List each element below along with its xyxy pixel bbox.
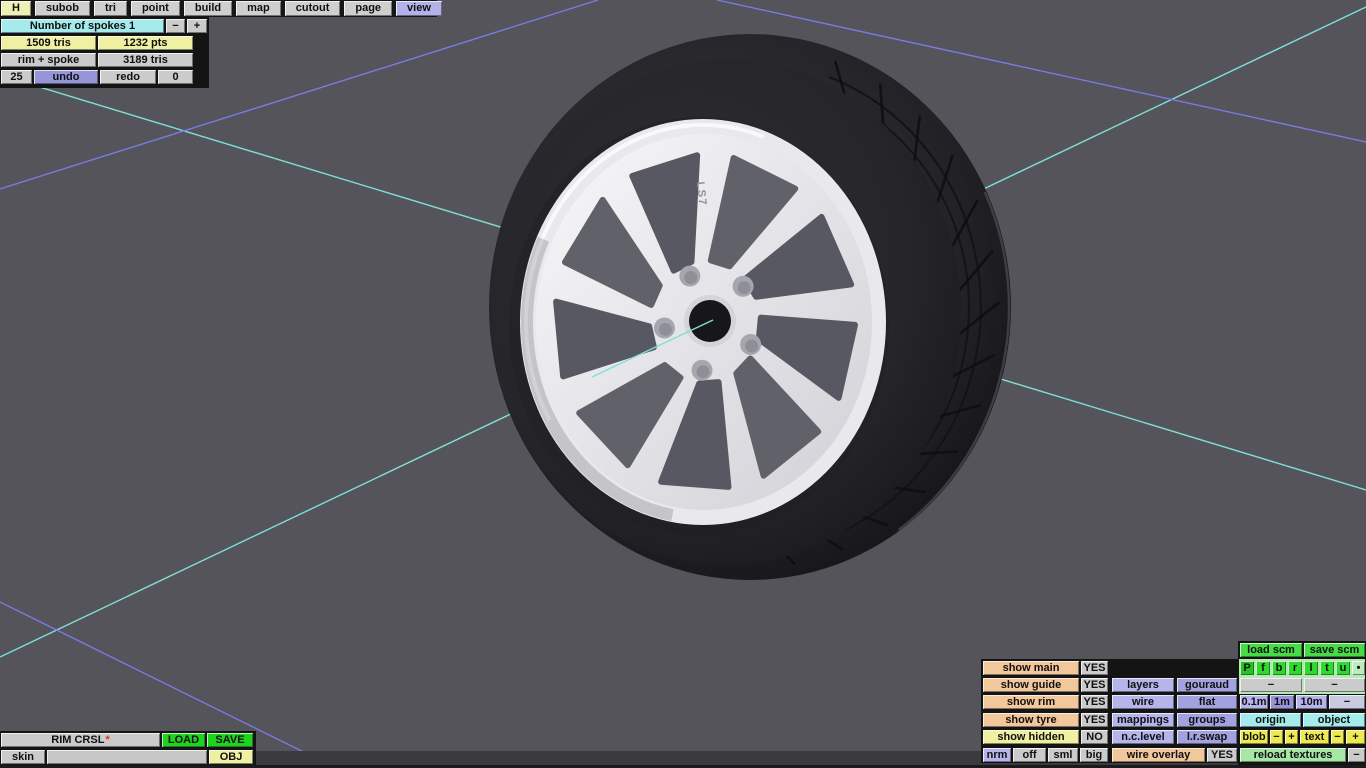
viewport-3d[interactable]: LS7 (0, 0, 1366, 768)
spokes-count-label: Number of spokes 1 (1, 19, 164, 33)
tris-count: 1509 tris (1, 36, 96, 50)
view-l-button[interactable]: l (1304, 661, 1318, 675)
tab-view[interactable]: view (396, 1, 442, 16)
normals-off-button[interactable]: off (1013, 748, 1046, 762)
wire-overlay-button[interactable]: wire overlay (1112, 748, 1205, 762)
flat-button[interactable]: flat (1177, 695, 1237, 709)
view-p-button[interactable]: P (1240, 661, 1254, 675)
layers-button[interactable]: layers (1112, 678, 1174, 692)
show-tyre-button[interactable]: show tyre (983, 713, 1079, 727)
redo-count: 0 (158, 70, 193, 84)
save-scm-button[interactable]: save scm (1304, 643, 1365, 657)
tab-point[interactable]: point (130, 1, 180, 16)
grid-0-1m-button[interactable]: 0.1m (1240, 695, 1268, 709)
pts-count: 1232 pts (98, 36, 193, 50)
view-f-button[interactable]: f (1256, 661, 1270, 675)
show-hidden-toggle[interactable]: NO (1081, 730, 1108, 744)
load-scm-button[interactable]: load scm (1240, 643, 1302, 657)
show-rim-button[interactable]: show rim (983, 695, 1079, 709)
save-button[interactable]: SAVE (207, 733, 253, 747)
modified-indicator: * (105, 733, 110, 746)
normals-big-button[interactable]: big (1080, 748, 1108, 762)
reload-textures-button[interactable]: reload textures (1240, 748, 1346, 762)
tab-h[interactable]: H (1, 1, 31, 16)
view-u-button[interactable]: u (1336, 661, 1350, 675)
app-window: LS7 H subob tri point build map cutout p… (0, 0, 1366, 768)
show-guide-button[interactable]: show guide (983, 678, 1079, 692)
scm-slot-2-button[interactable]: − (1304, 678, 1365, 692)
view-t-button[interactable]: t (1320, 661, 1334, 675)
origin-button[interactable]: origin (1240, 713, 1301, 727)
redo-button[interactable]: redo (100, 70, 156, 84)
wheel-logo: LS7 (694, 181, 709, 207)
reload-dash-button[interactable]: − (1348, 748, 1365, 762)
text-plus-button[interactable]: + (1346, 730, 1365, 744)
tab-build[interactable]: build (183, 1, 233, 16)
tab-strip: H subob tri point build map cutout page … (1, 1, 442, 16)
obj-button[interactable]: OBJ (209, 750, 253, 764)
tab-cutout[interactable]: cutout (284, 1, 341, 16)
nc-level-button[interactable]: n.c.level (1112, 730, 1174, 744)
text-minus-button[interactable]: − (1331, 730, 1344, 744)
normals-nrm-button[interactable]: nrm (983, 748, 1011, 762)
tab-subob[interactable]: subob (34, 1, 90, 16)
tab-page[interactable]: page (344, 1, 393, 16)
grid-1m-button[interactable]: 1m (1270, 695, 1294, 709)
rim-crsl-button[interactable]: RIM CRSL * (1, 733, 160, 747)
gouraud-button[interactable]: gouraud (1177, 678, 1237, 692)
view-b-button[interactable]: b (1272, 661, 1286, 675)
skin-name-field[interactable] (47, 750, 207, 764)
undo-count: 25 (1, 70, 32, 84)
blob-label[interactable]: blob (1240, 730, 1268, 744)
show-main-toggle[interactable]: YES (1081, 661, 1108, 675)
spokes-plus-button[interactable]: + (187, 19, 207, 33)
view-dot-button[interactable]: • (1352, 661, 1365, 675)
groups-button[interactable]: groups (1177, 713, 1237, 727)
wheel-model: LS7 (489, 34, 1011, 580)
wire-button[interactable]: wire (1112, 695, 1174, 709)
view-r-button[interactable]: r (1288, 661, 1302, 675)
mappings-button[interactable]: mappings (1112, 713, 1174, 727)
grid-10m-button[interactable]: 10m (1296, 695, 1327, 709)
show-guide-toggle[interactable]: YES (1081, 678, 1108, 692)
rim-crsl-label: RIM CRSL (51, 733, 105, 746)
text-label[interactable]: text (1300, 730, 1329, 744)
total-tris-count: 3189 tris (98, 53, 193, 67)
skin-button[interactable]: skin (1, 750, 45, 764)
lr-swap-button[interactable]: l.r.swap (1177, 730, 1237, 744)
rim-spoke-label[interactable]: rim + spoke (1, 53, 96, 67)
tab-map[interactable]: map (236, 1, 281, 16)
undo-button[interactable]: undo (34, 70, 98, 84)
load-button[interactable]: LOAD (162, 733, 205, 747)
wire-overlay-toggle[interactable]: YES (1207, 748, 1237, 762)
normals-sml-button[interactable]: sml (1048, 748, 1078, 762)
grid-dash-button[interactable]: − (1329, 695, 1365, 709)
blob-minus-button[interactable]: − (1270, 730, 1283, 744)
show-rim-toggle[interactable]: YES (1081, 695, 1108, 709)
show-hidden-button[interactable]: show hidden (983, 730, 1079, 744)
object-button[interactable]: object (1303, 713, 1365, 727)
show-main-button[interactable]: show main (983, 661, 1079, 675)
scm-slot-1-button[interactable]: − (1240, 678, 1302, 692)
show-tyre-toggle[interactable]: YES (1081, 713, 1108, 727)
tab-tri[interactable]: tri (93, 1, 127, 16)
spokes-minus-button[interactable]: − (166, 19, 185, 33)
blob-plus-button[interactable]: + (1285, 730, 1298, 744)
